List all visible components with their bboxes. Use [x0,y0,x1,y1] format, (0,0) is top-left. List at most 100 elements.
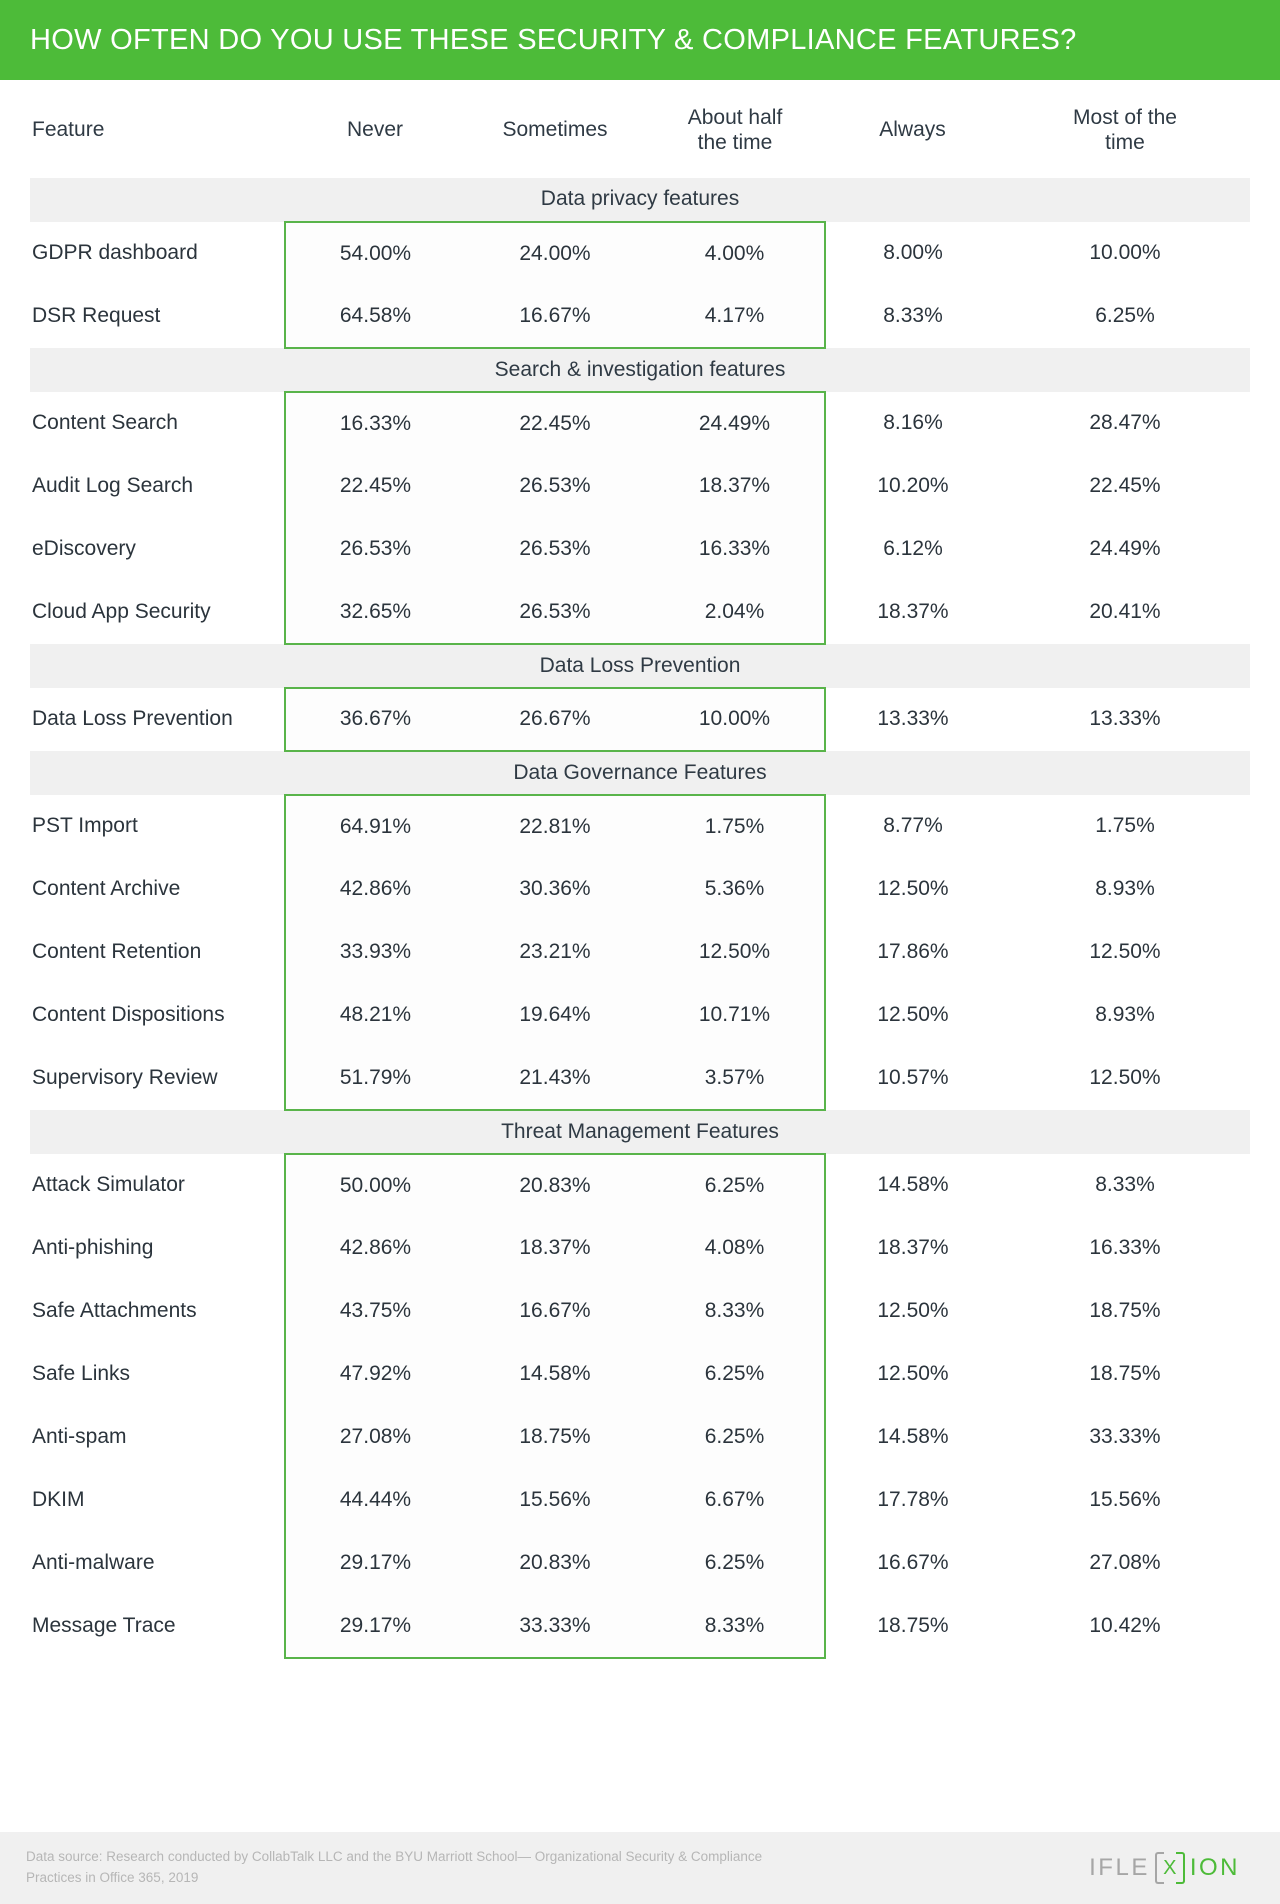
table-row: Safe Links 47.92% 14.58% 6.25% 12.50% 18.75% [30,1342,1250,1406]
value-sometimes: 15.56% [465,1468,645,1532]
value-about-half: 10.71% [645,983,826,1047]
value-never: 43.75% [284,1279,465,1343]
value-always: 12.50% [877,1362,949,1386]
feature-name: Supervisory Review [32,1066,218,1090]
value-never: 29.17% [284,1594,465,1659]
value-always: 13.33% [877,707,949,731]
feature-name: Anti-spam [32,1425,127,1449]
table-row: Content Search 16.33% 22.45% 24.49% 8.16% 28.… [30,390,1250,455]
page-title: HOW OFTEN DO YOU USE THESE SECURITY & CO… [30,23,1077,56]
footer: Data source: Research conducted by Colla… [0,1832,1280,1904]
section-header-row: Data privacy features [30,177,1250,222]
value-sometimes: 20.83% [465,1152,645,1217]
feature-name: Safe Attachments [32,1299,197,1323]
table-row: Attack Simulator 50.00% 20.83% 6.25% 14.58% 8… [30,1152,1250,1217]
table-row: Content Dispositions 48.21% 19.64% 10.71% 12… [30,983,1250,1047]
features-frequency-table: Feature Never Sometimes About half the t… [30,80,1250,1659]
value-most: 33.33% [1089,1425,1161,1449]
value-most: 10.42% [1089,1614,1161,1638]
logo-x-mark-icon: X [1154,1852,1185,1884]
table-row: Supervisory Review 51.79% 21.43% 3.57% 10.57… [30,1046,1250,1111]
value-always: 12.50% [877,877,949,901]
value-about-half: 3.57% [645,1046,826,1111]
value-most: 27.08% [1089,1551,1161,1575]
value-most: 12.50% [1089,1066,1161,1090]
table-row: eDiscovery 26.53% 26.53% 16.33% 6.12% 24.49% [30,517,1250,581]
value-most: 8.33% [1095,1173,1155,1197]
value-never: 48.21% [284,983,465,1047]
feature-name: Audit Log Search [32,474,194,498]
logo-text-right: ION [1189,1854,1240,1881]
table-row: Safe Attachments 43.75% 16.67% 8.33% 12.50% 1… [30,1279,1250,1343]
value-always: 8.77% [883,814,943,838]
column-header-always: Always [879,118,946,142]
section-title: Data Loss Prevention [30,643,1250,688]
value-most: 6.25% [1095,304,1155,328]
value-most: 8.93% [1095,1003,1155,1027]
value-most: 18.75% [1089,1299,1161,1323]
value-most: 16.33% [1089,1236,1161,1260]
value-about-half: 4.00% [645,220,826,285]
table-row: GDPR dashboard 54.00% 24.00% 4.00% 8.00% 10.0… [30,220,1250,285]
table-row: Content Retention 33.93% 23.21% 12.50% 17.86… [30,920,1250,984]
header-row: Feature Never Sometimes About half the t… [30,80,1250,178]
feature-name: Anti-phishing [32,1236,154,1260]
value-always: 17.86% [877,940,949,964]
value-never: 16.33% [284,390,465,455]
value-most: 28.47% [1089,411,1161,435]
column-header-most-line1: Most of the [1073,106,1177,129]
value-about-half: 1.75% [645,793,826,858]
table-row: DSR Request 64.58% 16.67% 4.17% 8.33% 6.25% [30,284,1250,349]
value-never: 50.00% [284,1152,465,1217]
column-header-most-of-the-time: Most of the time [1000,80,1250,178]
data-source-note: Data source: Research conducted by Colla… [26,1847,762,1889]
value-never: 29.17% [284,1531,465,1595]
value-always: 16.67% [877,1551,949,1575]
section-header-row: Threat Management Features [30,1109,1250,1154]
column-header-sometimes: Sometimes [502,118,608,142]
value-always: 6.12% [883,537,943,561]
value-sometimes: 20.83% [465,1531,645,1595]
value-about-half: 16.33% [645,517,826,581]
value-most: 18.75% [1089,1362,1161,1386]
value-always: 18.75% [877,1614,949,1638]
section-title: Threat Management Features [30,1109,1250,1154]
section-title: Data Governance Features [30,750,1250,795]
value-sometimes: 14.58% [465,1342,645,1406]
value-most: 15.56% [1089,1488,1161,1512]
feature-name: Cloud App Security [32,600,211,624]
table-row: Message Trace 29.17% 33.33% 8.33% 18.75% 10.4… [30,1594,1250,1659]
feature-name: Anti-malware [32,1551,155,1575]
title-bar: HOW OFTEN DO YOU USE THESE SECURITY & CO… [0,0,1280,80]
table-row: PST Import 64.91% 22.81% 1.75% 8.77% 1.75% [30,793,1250,858]
table-row: Anti-spam 27.08% 18.75% 6.25% 14.58% 33.33% [30,1405,1250,1469]
table-body: Data privacy features GDPR dashboard 54.00… [30,177,1250,1659]
value-about-half: 4.17% [645,284,826,349]
value-most: 1.75% [1095,814,1155,838]
section-title: Search & investigation features [30,347,1250,392]
feature-name: Data Loss Prevention [32,707,233,731]
value-about-half: 4.08% [645,1216,826,1280]
value-always: 17.78% [877,1488,949,1512]
value-about-half: 18.37% [645,454,826,518]
value-never: 64.91% [284,793,465,858]
value-about-half: 5.36% [645,857,826,921]
feature-name: eDiscovery [32,537,136,561]
value-never: 47.92% [284,1342,465,1406]
value-sometimes: 18.37% [465,1216,645,1280]
value-never: 64.58% [284,284,465,349]
value-sometimes: 16.67% [465,284,645,349]
feature-name: Attack Simulator [32,1173,185,1197]
value-always: 12.50% [877,1003,949,1027]
value-sometimes: 24.00% [465,220,645,285]
value-most: 8.93% [1095,877,1155,901]
value-about-half: 10.00% [645,686,826,752]
value-never: 27.08% [284,1405,465,1469]
value-sometimes: 26.67% [465,686,645,752]
column-header-about-half-the-time: About half the time [645,80,825,178]
value-sometimes: 22.45% [465,390,645,455]
feature-name: GDPR dashboard [32,241,198,265]
value-sometimes: 22.81% [465,793,645,858]
value-sometimes: 26.53% [465,580,645,645]
value-about-half: 6.67% [645,1468,826,1532]
